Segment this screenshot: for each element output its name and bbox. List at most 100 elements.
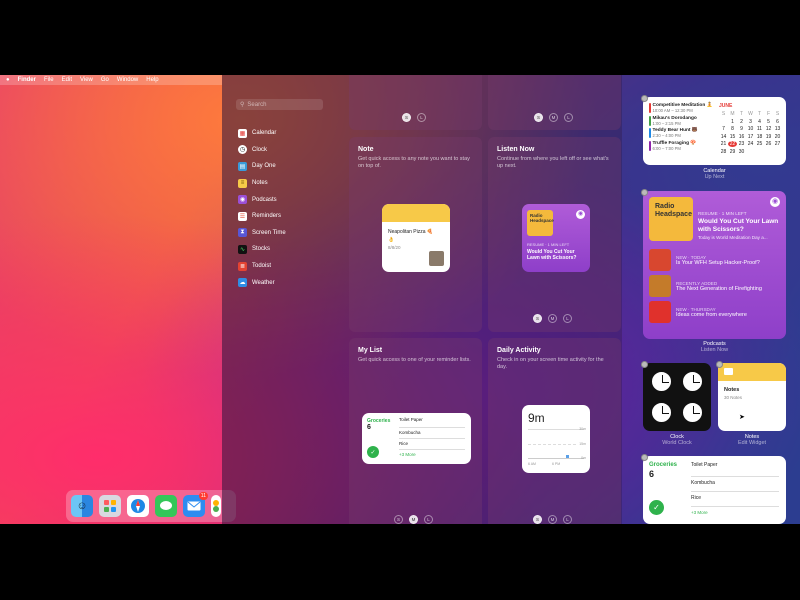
mail-badge: 11	[198, 492, 208, 500]
calendar-event[interactable]: Mikau's Dorodango 1:00 – 2:15 PM	[649, 115, 715, 126]
launchpad-icon[interactable]	[99, 495, 121, 517]
menu-bar: ● Finder File Edit View Go Window Help	[0, 75, 222, 85]
calendar-day[interactable]: 29	[728, 149, 737, 155]
calendar-day[interactable]: 10	[746, 126, 755, 132]
size-large-button[interactable]: L	[563, 515, 572, 524]
finder-icon[interactable]: ☺	[71, 495, 93, 517]
remove-widget-button[interactable]	[641, 189, 648, 196]
calendar-day[interactable]: 12	[764, 126, 773, 132]
menu-help[interactable]: Help	[146, 77, 158, 83]
size-medium-button[interactable]: M	[409, 515, 418, 524]
messages-icon[interactable]	[155, 495, 177, 517]
menu-finder[interactable]: Finder	[18, 77, 36, 83]
listen-now-widget-preview[interactable]: Radio Headspace ◉ RESUME · 1 MIN LEFT Wo…	[522, 204, 590, 272]
calendar-day[interactable]: 8	[728, 126, 737, 132]
remove-widget-button[interactable]	[641, 454, 648, 461]
photos-icon[interactable]	[211, 495, 221, 517]
sidebar-item-screen-time[interactable]: ⧗ Screen Time	[238, 225, 286, 242]
sidebar-item-calendar[interactable]: ▦ Calendar	[238, 125, 286, 142]
calendar-event[interactable]: Truffle Foraging 🍄 6:00 – 7:00 PM	[649, 140, 715, 151]
calendar-day	[746, 149, 755, 155]
calendar-day[interactable]: 17	[746, 134, 755, 140]
calendar-day[interactable]: 21	[719, 141, 728, 147]
calendar-day[interactable]: 6	[773, 119, 782, 125]
sidebar-item-reminders[interactable]: ☰ Reminders	[238, 208, 286, 225]
calendar-day[interactable]: 1	[728, 119, 737, 125]
size-small-button[interactable]: S	[533, 314, 542, 323]
size-small-button[interactable]: S	[534, 113, 543, 122]
calendar-widget[interactable]: Competitive Meditation 🧘 10:00 AM – 12:30…	[643, 97, 786, 165]
menu-window[interactable]: Window	[117, 77, 138, 83]
sidebar-item-day-one[interactable]: ▤ Day One	[238, 158, 286, 175]
calendar-day[interactable]: 23	[737, 141, 746, 147]
calendar-day[interactable]: 24	[746, 141, 755, 147]
size-large-button[interactable]: L	[417, 113, 426, 122]
size-medium-button[interactable]: M	[548, 515, 557, 524]
add-reminder-icon: ✓	[649, 500, 664, 515]
calendar-day	[773, 149, 782, 155]
size-large-button[interactable]: L	[424, 515, 433, 524]
calendar-day[interactable]: 30	[737, 149, 746, 155]
size-large-button[interactable]: L	[564, 113, 573, 122]
sidebar-item-stocks[interactable]: ∿ Stocks	[238, 241, 286, 258]
calendar-day[interactable]: 7	[719, 126, 728, 132]
calendar-day[interactable]: 20	[773, 134, 782, 140]
reminder-item[interactable]: Rice	[691, 492, 779, 507]
calendar-day[interactable]: 15	[728, 134, 737, 140]
sidebar-item-podcasts[interactable]: ◉ Podcasts	[238, 191, 286, 208]
search-field[interactable]: ⚲ Search	[236, 99, 323, 110]
size-large-button[interactable]: L	[563, 314, 572, 323]
calendar-day[interactable]: 14	[719, 134, 728, 140]
remove-widget-button[interactable]	[641, 95, 648, 102]
daily-activity-widget-preview[interactable]: 9m 30m 15m 0m 6 AM 6 PM	[522, 405, 590, 473]
sidebar-item-clock[interactable]: ◷ Clock	[238, 142, 286, 159]
reminders-list-widget-preview[interactable]: Groceries 6 ✓ Toilet Paper Kombucha Rice…	[362, 413, 471, 464]
calendar-day[interactable]: 25	[755, 141, 764, 147]
calendar-day[interactable]: 18	[755, 134, 764, 140]
reminders-widget[interactable]: Groceries 6 ✓ Toilet Paper Kombucha Rice…	[643, 456, 786, 524]
calendar-day[interactable]: 3	[746, 119, 755, 125]
notes-widget[interactable]: Notes 30 Notes ➤	[718, 363, 786, 431]
podcasts-widget[interactable]: Radio Headspace ◉ RESUME · 1 MIN LEFT Wo…	[643, 191, 786, 339]
calendar-day[interactable]: 16	[737, 134, 746, 140]
podcast-episode-row[interactable]: NEW · TODAY Is Your WFH Setup Hacker-Proo…	[643, 247, 786, 273]
sidebar-item-todoist[interactable]: ≣ Todoist	[238, 258, 286, 275]
remove-widget-button[interactable]	[716, 361, 723, 368]
listen-episode-title: Would You Cut Your Lawn with Scissors?	[527, 249, 577, 261]
mail-icon[interactable]: 11	[183, 492, 208, 517]
size-medium-button[interactable]: M	[548, 314, 557, 323]
size-small-button[interactable]: S	[394, 515, 403, 524]
reminder-item[interactable]: Toilet Paper	[691, 462, 779, 477]
size-medium-button[interactable]: M	[549, 113, 558, 122]
calendar-event[interactable]: Competitive Meditation 🧘 10:00 AM – 12:30…	[649, 103, 715, 113]
calendar-day[interactable]: 11	[755, 126, 764, 132]
menu-view[interactable]: View	[80, 77, 93, 83]
notes-caption: Notes Edit Widget	[737, 434, 767, 446]
size-small-button[interactable]: S	[402, 113, 411, 122]
safari-icon[interactable]	[127, 495, 149, 517]
calendar-day[interactable]: 28	[719, 149, 728, 155]
calendar-day[interactable]: 13	[773, 126, 782, 132]
sidebar-item-weather[interactable]: ☁ Weather	[238, 274, 286, 291]
note-widget-preview[interactable]: Neapolitan Pizza 🍕 👌 8/8/20	[382, 204, 450, 272]
calendar-day[interactable]: 22	[728, 141, 737, 148]
remove-widget-button[interactable]	[641, 361, 648, 368]
podcast-episode-row[interactable]: RECENTLY ADDED The Next Generation of Fir…	[643, 273, 786, 299]
menu-go[interactable]: Go	[101, 77, 109, 83]
reminder-item[interactable]: Kombucha	[691, 477, 779, 492]
sidebar-item-notes[interactable]: ≡ Notes	[238, 175, 286, 192]
calendar-day[interactable]: 26	[764, 141, 773, 147]
podcast-episode-row[interactable]: NEW · THURSDAY Ideas come from everywhere	[643, 299, 786, 325]
calendar-day[interactable]: 19	[764, 134, 773, 140]
apple-icon[interactable]: ●	[6, 77, 10, 83]
calendar-day[interactable]: 4	[755, 119, 764, 125]
calendar-day[interactable]: 27	[773, 141, 782, 147]
clock-widget[interactable]	[643, 363, 711, 431]
size-small-button[interactable]: S	[533, 515, 542, 524]
calendar-event[interactable]: Teddy Bear Hunt 🐻 2:30 – 4:00 PM	[649, 128, 715, 138]
menu-file[interactable]: File	[44, 77, 54, 83]
calendar-day[interactable]: 9	[737, 126, 746, 132]
calendar-day[interactable]: 2	[737, 119, 746, 125]
menu-edit[interactable]: Edit	[62, 77, 72, 83]
calendar-day[interactable]: 5	[764, 119, 773, 125]
